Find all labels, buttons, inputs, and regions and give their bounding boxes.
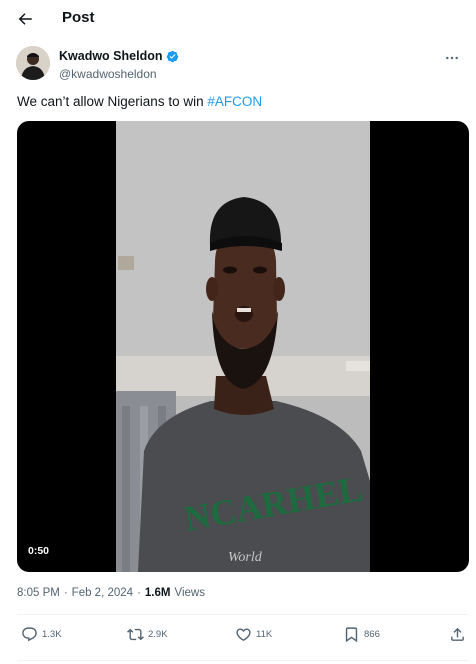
page-title: Post [62, 9, 95, 26]
video-player[interactable]: NCARHEL World 0:50 [17, 121, 469, 572]
share-button[interactable] [449, 626, 466, 643]
repost-icon [127, 628, 144, 641]
back-arrow-icon [18, 13, 32, 25]
avatar[interactable] [16, 46, 50, 80]
like-icon [236, 628, 251, 641]
reply-icon [22, 627, 37, 642]
bookmark-count: 866 [364, 629, 380, 640]
like-button[interactable]: 11K [235, 626, 272, 643]
more-button[interactable] [442, 50, 462, 66]
post-text-body: We can’t allow Nigerians to win [17, 94, 208, 109]
post-date[interactable]: Feb 2, 2024 [72, 587, 133, 599]
more-icon [446, 56, 458, 60]
verified-badge-icon [167, 50, 179, 62]
bookmark-icon [345, 627, 358, 643]
reply-button[interactable]: 1.3K [21, 626, 62, 643]
bookmark-button[interactable]: 866 [343, 626, 380, 643]
divider [17, 660, 469, 661]
post-meta: 8:05 PM · Feb 2, 2024 · 1.6M Views [17, 587, 205, 599]
meta-separator: · [137, 587, 141, 599]
meta-separator: · [63, 587, 68, 599]
author-handle[interactable]: @kwadwosheldon [59, 67, 157, 81]
reply-count: 1.3K [42, 629, 62, 640]
shirt-print-subtext: World [228, 550, 263, 565]
action-bar: 1.3K 2.9K 11K 866 [17, 622, 469, 650]
post-time[interactable]: 8:05 PM [17, 587, 60, 599]
video-duration: 0:50 [28, 545, 50, 557]
post-author: Kwadwo Sheldon @kwadwosheldon [16, 46, 460, 84]
share-icon [451, 627, 464, 641]
views-count: 1.6M [144, 587, 171, 599]
like-count: 11K [256, 629, 273, 640]
repost-button[interactable]: 2.9K [127, 626, 168, 643]
post-header: Post [0, 0, 476, 38]
author-name[interactable]: Kwadwo Sheldon [59, 49, 162, 63]
repost-count: 2.9K [148, 629, 168, 640]
post-text: We can’t allow Nigerians to win #AFCON [17, 94, 262, 109]
hashtag-link[interactable]: #AFCON [207, 94, 262, 109]
video-frame: NCARHEL World [116, 121, 370, 572]
divider [17, 614, 469, 615]
name-row: Kwadwo Sheldon [59, 49, 179, 63]
back-button[interactable] [14, 8, 36, 30]
views-label: Views [174, 587, 205, 599]
